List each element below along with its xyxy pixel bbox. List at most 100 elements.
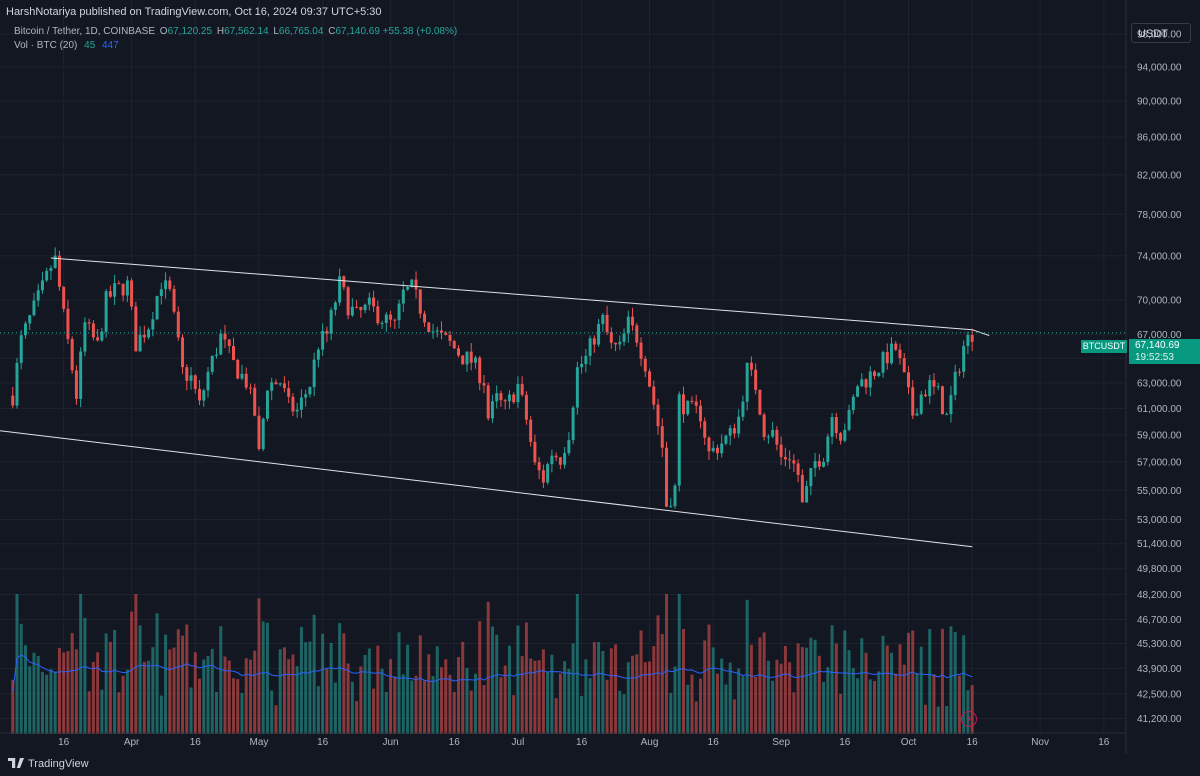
lightning-icon[interactable]: ⚡ [961, 711, 977, 727]
candle-body [108, 291, 112, 297]
time-axis[interactable]: 16 Apr 16 May 16 Jun 16 Jul 16 Aug 16 Sep 16 Oct 16 Nov… [0, 732, 1126, 748]
currency-button[interactable]: USDT [1131, 23, 1191, 43]
candle-body [389, 314, 393, 320]
candle-body [507, 394, 511, 402]
candle-body [953, 371, 957, 396]
candle-body [656, 404, 660, 427]
volume-value: 45 [84, 40, 96, 51]
candle-body [550, 455, 554, 465]
volume-bar [372, 688, 376, 734]
candle-body [19, 335, 23, 363]
candle-body [113, 283, 117, 297]
volume-bar [665, 594, 668, 734]
volume-bar [159, 695, 163, 734]
candle-body [274, 382, 278, 385]
candle-body [771, 429, 775, 437]
volume-bar [155, 613, 159, 734]
candle-body [164, 280, 168, 290]
volume-bar [813, 639, 817, 734]
candle-body [142, 334, 146, 338]
volume-bar [397, 632, 401, 734]
volume-bar [724, 684, 728, 734]
volume-bar [507, 645, 511, 734]
candle-body [393, 319, 397, 321]
candle-body [321, 330, 325, 350]
open-value: 67,120.25 [167, 26, 213, 37]
candle-body [652, 386, 656, 405]
candle-body [639, 342, 643, 359]
candle-body [843, 429, 847, 441]
candle-body [592, 338, 596, 345]
candle-body [495, 393, 499, 402]
tradingview-logo[interactable]: TradingView [8, 758, 89, 770]
volume-bar [762, 632, 766, 734]
candle-body [176, 311, 180, 338]
volume-bar [240, 692, 244, 734]
volume-bar [873, 681, 877, 734]
volume-bar [575, 594, 579, 734]
volume-bar [62, 652, 66, 734]
price-tick-label: 78,000.00 [1137, 210, 1182, 221]
volume-bar [745, 599, 749, 734]
volume-bar [350, 681, 354, 734]
volume-bar [66, 651, 70, 734]
volume-bar [618, 690, 622, 734]
candle-body [227, 339, 231, 347]
candle-body [682, 394, 685, 415]
tradingview-logo-icon [8, 758, 24, 768]
volume-bar [495, 634, 499, 734]
candle-body [215, 354, 218, 356]
volume-label[interactable]: Vol · BTC (20) [14, 40, 77, 51]
candle-body [83, 322, 87, 352]
volume-bar [333, 682, 337, 734]
volume-bar [321, 633, 325, 734]
volume-bar [342, 633, 346, 734]
candle-body [732, 428, 736, 434]
candle-body [860, 379, 864, 387]
volume-bar [690, 674, 694, 734]
candle-body [541, 470, 545, 483]
candle-body [236, 359, 240, 379]
volume-bar [176, 629, 180, 734]
candle-body [830, 417, 834, 437]
volume-bar [427, 654, 431, 734]
candle-body [448, 334, 452, 341]
candle-body [172, 288, 176, 312]
volume-bar [423, 680, 427, 734]
candle-body [928, 380, 932, 397]
price-chart[interactable]: 98,000.0094,000.0090,000.0086,000.0082,0… [0, 0, 1200, 776]
candle-body [745, 362, 749, 402]
candle-body [431, 331, 435, 333]
candle-body [79, 351, 83, 399]
candle-body [796, 463, 800, 475]
candle-body [11, 395, 15, 406]
volume-bar [605, 679, 609, 734]
volume-bar [571, 643, 575, 734]
candle-body [138, 334, 142, 352]
volume-bar [444, 659, 448, 734]
symbol-name[interactable]: Bitcoin / Tether, 1D, COINBASE [14, 26, 155, 37]
candle-body [278, 383, 282, 385]
time-tick-label: 16 [839, 737, 851, 748]
volume-bar [932, 674, 936, 734]
candle-body [478, 357, 482, 384]
volume-bar [749, 644, 753, 734]
candle-body [270, 382, 274, 391]
volume-bar [223, 656, 227, 734]
volume-bar [826, 667, 830, 734]
candle-body [754, 369, 758, 390]
volume-bars [11, 594, 974, 734]
price-tick-label: 74,000.00 [1137, 251, 1182, 262]
candle-body [940, 386, 944, 415]
volume-bar [49, 669, 53, 734]
volume-bar [953, 632, 957, 734]
price-tick-label: 61,000.00 [1137, 404, 1182, 415]
candle-body [457, 348, 460, 356]
low-value: 66,765.04 [278, 26, 324, 37]
candle-body [822, 461, 826, 467]
candle-body [847, 409, 851, 430]
candle-body [15, 362, 19, 406]
candle-body [87, 322, 91, 324]
volume-bar [380, 668, 384, 734]
price-axis[interactable]: 98,000.0094,000.0090,000.0086,000.0082,0… [1125, 0, 1182, 754]
